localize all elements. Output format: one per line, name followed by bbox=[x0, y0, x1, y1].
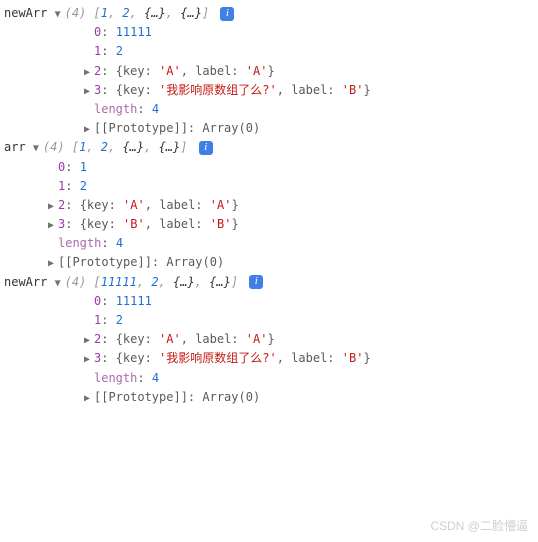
chevron-right-icon[interactable] bbox=[84, 391, 94, 407]
entry-value: 11111 bbox=[116, 294, 152, 308]
console-entry[interactable]: 1: 2 bbox=[4, 177, 534, 196]
chevron-right-icon[interactable] bbox=[84, 333, 94, 349]
variable-name: arr bbox=[4, 140, 26, 154]
variable-name: newArr bbox=[4, 275, 47, 289]
array-length: (4) bbox=[65, 6, 94, 20]
entry-value: 2 bbox=[116, 44, 123, 58]
console-entry[interactable]: 0: 1 bbox=[4, 158, 534, 177]
watermark: CSDN @二脸懵逼 bbox=[430, 517, 528, 536]
console-entry[interactable]: 3: {key: '我影响原数组了么?', label: 'B'} bbox=[4, 81, 534, 100]
console-entry[interactable]: 2: {key: 'A', label: 'A'} bbox=[4, 330, 534, 349]
info-icon[interactable]: i bbox=[199, 141, 213, 155]
chevron-down-icon[interactable] bbox=[55, 7, 65, 23]
console-entry[interactable]: 0: 11111 bbox=[4, 292, 534, 311]
console-entry[interactable]: length: 4 bbox=[4, 234, 534, 253]
info-icon[interactable]: i bbox=[220, 7, 234, 21]
entry-value: 4 bbox=[152, 102, 159, 116]
entry-key: [[Prototype]] bbox=[94, 121, 188, 135]
entry-value: Array(0) bbox=[166, 255, 224, 269]
console-entry[interactable]: 3: {key: '我影响原数组了么?', label: 'B'} bbox=[4, 349, 534, 368]
chevron-right-icon[interactable] bbox=[84, 352, 94, 368]
entry-key: [[Prototype]] bbox=[94, 390, 188, 404]
console-entry[interactable]: 2: {key: 'A', label: 'A'} bbox=[4, 62, 534, 81]
console-entry[interactable]: 3: {key: 'B', label: 'B'} bbox=[4, 215, 534, 234]
chevron-right-icon[interactable] bbox=[84, 65, 94, 81]
entry-value: 11111 bbox=[116, 25, 152, 39]
info-icon[interactable]: i bbox=[249, 275, 263, 289]
entry-key: [[Prototype]] bbox=[58, 255, 152, 269]
chevron-right-icon[interactable] bbox=[48, 218, 58, 234]
entry-value: Array(0) bbox=[202, 390, 260, 404]
entry-key: length bbox=[94, 102, 137, 116]
console-entry[interactable]: [[Prototype]]: Array(0) bbox=[4, 253, 534, 272]
entry-value: 4 bbox=[116, 236, 123, 250]
chevron-down-icon[interactable] bbox=[55, 276, 65, 292]
console-entry[interactable]: [[Prototype]]: Array(0) bbox=[4, 119, 534, 138]
console-entry[interactable]: length: 4 bbox=[4, 100, 534, 119]
entry-value: Array(0) bbox=[202, 121, 260, 135]
array-length: (4) bbox=[65, 275, 94, 289]
entry-key: length bbox=[58, 236, 101, 250]
chevron-right-icon[interactable] bbox=[84, 122, 94, 138]
chevron-right-icon[interactable] bbox=[48, 199, 58, 215]
array-header[interactable]: newArr (4) [11111, 2, {…}, {…}] i bbox=[4, 273, 534, 292]
entry-key: length bbox=[94, 371, 137, 385]
chevron-down-icon[interactable] bbox=[33, 141, 43, 157]
chevron-right-icon[interactable] bbox=[84, 84, 94, 100]
array-length: (4) bbox=[43, 140, 72, 154]
variable-name: newArr bbox=[4, 6, 47, 20]
array-header[interactable]: newArr (4) [1, 2, {…}, {…}] i bbox=[4, 4, 534, 23]
console-entry[interactable]: length: 4 bbox=[4, 369, 534, 388]
console-entry[interactable]: 2: {key: 'A', label: 'A'} bbox=[4, 196, 534, 215]
console-entry[interactable]: [[Prototype]]: Array(0) bbox=[4, 388, 534, 407]
entry-value: 2 bbox=[80, 179, 87, 193]
entry-value: 2 bbox=[116, 313, 123, 327]
array-header[interactable]: arr (4) [1, 2, {…}, {…}] i bbox=[4, 138, 534, 157]
console-entry[interactable]: 1: 2 bbox=[4, 42, 534, 61]
chevron-right-icon[interactable] bbox=[48, 256, 58, 272]
console-entry[interactable]: 1: 2 bbox=[4, 311, 534, 330]
console-entry[interactable]: 0: 11111 bbox=[4, 23, 534, 42]
entry-value: 1 bbox=[80, 160, 87, 174]
entry-value: 4 bbox=[152, 371, 159, 385]
